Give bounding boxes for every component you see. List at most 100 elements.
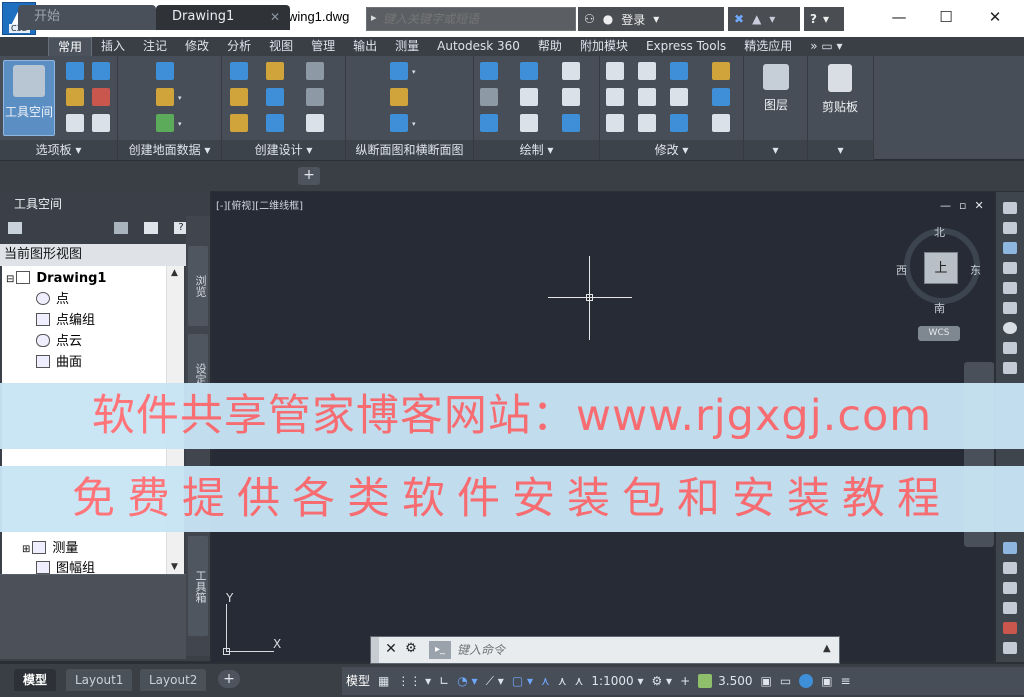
nav-tool-10-icon[interactable] — [1003, 542, 1017, 554]
layout-tab-layout2[interactable]: Layout2 — [140, 669, 207, 691]
points-icon[interactable] — [156, 88, 174, 106]
scroll-down-icon[interactable]: ▼ — [171, 562, 178, 572]
annotation-monitor-icon[interactable]: + — [676, 667, 694, 695]
mirror-icon[interactable] — [638, 88, 656, 106]
spline-icon[interactable] — [480, 114, 498, 132]
copy-icon[interactable] — [606, 88, 624, 106]
nav-tool-13-icon[interactable] — [1003, 602, 1017, 614]
nav-tool-11-icon[interactable] — [1003, 562, 1017, 574]
ortho-icon[interactable]: ∟ — [435, 667, 453, 695]
assembly-icon[interactable] — [266, 114, 284, 132]
toolbox-icon[interactable] — [92, 88, 110, 106]
sample-lines-icon[interactable] — [390, 88, 408, 106]
model-space-button[interactable]: 模型 — [342, 667, 374, 695]
tree-item-surfaces[interactable]: 曲面 — [36, 352, 82, 373]
line-icon[interactable] — [480, 62, 498, 80]
tab-view[interactable]: 视图 — [260, 37, 302, 56]
layout-tab-layout1[interactable]: Layout1 — [66, 669, 133, 691]
viewport-restore-icon[interactable]: ▫ — [959, 199, 966, 212]
fullscreen-icon[interactable]: ▣ — [817, 667, 836, 695]
fillet-icon[interactable] — [670, 88, 688, 106]
tree-item-points[interactable]: 点 — [36, 289, 69, 310]
settings-icon[interactable] — [8, 222, 22, 234]
sign-in-area[interactable]: ⚇ ● 登录 ▾ — [578, 7, 724, 31]
viewport-close-icon[interactable]: ✕ — [974, 199, 983, 212]
viewport-minimize-icon[interactable]: — — [940, 199, 951, 212]
side-tab-prospector[interactable]: 浏览 — [188, 246, 208, 326]
tree-view-icon[interactable] — [114, 222, 128, 234]
hatch-icon[interactable] — [562, 114, 580, 132]
move-icon[interactable] — [606, 62, 624, 80]
circle-icon[interactable] — [520, 88, 538, 106]
nav-tool-5-icon[interactable] — [1003, 282, 1017, 294]
minimize-button[interactable]: — — [876, 4, 922, 30]
command-line-grip[interactable] — [371, 637, 379, 663]
elevation-value[interactable]: 3.500 — [694, 667, 756, 695]
tab-featured-apps[interactable]: 精选应用 — [735, 37, 801, 56]
compass-west[interactable]: 西 — [896, 262, 907, 278]
tab-express-tools[interactable]: Express Tools — [637, 37, 735, 56]
tree-root-drawing1[interactable]: ⊟ Drawing1 — [6, 268, 106, 289]
viewport-controls-label[interactable]: [-][俯视][二维线框] — [216, 197, 303, 212]
ellipse-icon[interactable] — [520, 114, 538, 132]
tab-autodesk-360[interactable]: Autodesk 360 — [428, 37, 529, 56]
close-icon[interactable]: ✕ — [270, 5, 280, 29]
explode-icon[interactable] — [712, 88, 730, 106]
sheet-set-icon[interactable] — [92, 114, 110, 132]
compass-east[interactable]: 东 — [970, 262, 981, 278]
add-layout-button[interactable]: + — [218, 670, 240, 688]
panel-title-draw[interactable]: 绘制 ▾ — [474, 140, 599, 160]
scroll-up-icon[interactable]: ▲ — [171, 268, 178, 278]
clean-screen-icon[interactable] — [795, 667, 817, 695]
recent-commands-icon[interactable]: ▸_ — [429, 641, 451, 659]
prospector-icon[interactable] — [92, 62, 110, 80]
nav-tool-4-icon[interactable] — [1003, 262, 1017, 274]
side-tab-toolbox[interactable]: 工具箱 — [188, 536, 208, 636]
annotation-visibility-icon[interactable]: ⋏ — [537, 667, 554, 695]
command-input[interactable] — [457, 640, 817, 660]
tab-output[interactable]: 输出 — [344, 37, 386, 56]
compass-north[interactable]: 北 — [934, 224, 945, 240]
compass-south[interactable]: 南 — [934, 300, 945, 316]
snap-icon[interactable]: ⋮⋮ ▾ — [393, 667, 435, 695]
nav-tool-14-icon[interactable] — [1003, 622, 1017, 634]
annotation-scale-icon[interactable]: ⋏ — [571, 667, 588, 695]
grid-icon[interactable]: ▦ — [374, 667, 393, 695]
nav-tool-3-icon[interactable] — [1003, 242, 1017, 254]
stretch-icon[interactable] — [606, 114, 624, 132]
pipe-network-icon[interactable] — [306, 114, 324, 132]
object-snap-icon[interactable]: ▢ ▾ — [508, 667, 537, 695]
isolate-objects-icon[interactable]: ▣ — [757, 667, 776, 695]
tab-manage[interactable]: 管理 — [302, 37, 344, 56]
polyline-icon[interactable] — [562, 62, 580, 80]
tab-drawing1[interactable]: Drawing1 ✕ — [156, 5, 290, 30]
trim-icon[interactable] — [670, 62, 688, 80]
panel-title-clipboard[interactable]: ▾ — [808, 140, 873, 160]
tab-start[interactable]: 开始 — [18, 5, 156, 30]
tool-palette-icon[interactable] — [66, 114, 84, 132]
rectangle-icon[interactable] — [562, 88, 580, 106]
maximize-button[interactable]: ☐ — [923, 4, 969, 30]
command-history-icon[interactable]: ▲ — [823, 643, 835, 657]
tree-item-point-groups[interactable]: 点编组 — [36, 310, 95, 331]
toolspace-button[interactable]: 工具空间 — [3, 60, 55, 136]
profile-view-icon[interactable] — [390, 62, 408, 80]
nav-tool-8-icon[interactable] — [1003, 342, 1017, 354]
layout-tab-model[interactable]: 模型 — [14, 669, 57, 691]
search-box[interactable]: ▸ — [366, 7, 576, 31]
close-icon[interactable]: ✕ — [383, 641, 399, 659]
nav-tool-1-icon[interactable] — [1003, 202, 1017, 214]
wrench-icon[interactable]: ⚙ — [403, 641, 419, 659]
hardware-acceleration-icon[interactable]: ▭ — [776, 667, 795, 695]
grading-icon[interactable] — [306, 62, 324, 80]
rotate-icon[interactable] — [638, 62, 656, 80]
construction-line-icon[interactable] — [480, 88, 498, 106]
parcel-icon[interactable] — [230, 62, 248, 80]
tab-modify[interactable]: 修改 — [176, 37, 218, 56]
isodraft-icon[interactable]: ⟋ ▾ — [482, 667, 508, 695]
help-button[interactable]: ? ▾ — [804, 7, 844, 31]
close-window-button[interactable]: ✕ — [972, 4, 1018, 30]
scale-icon[interactable] — [638, 114, 656, 132]
corridor-icon[interactable] — [306, 88, 324, 106]
clipboard-button[interactable]: 剪贴板 — [814, 60, 866, 136]
